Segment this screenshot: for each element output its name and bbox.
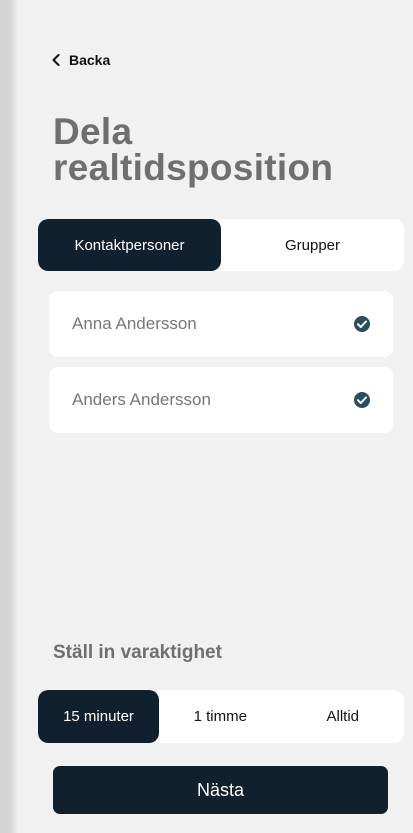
device-frame: Backa Dela realtidsposition Kontaktperso…	[0, 0, 413, 833]
duration-option-1-hour[interactable]: 1 timme	[159, 690, 282, 743]
tab-contacts[interactable]: Kontaktpersoner	[38, 219, 221, 271]
page-title: Dela realtidsposition	[53, 111, 334, 188]
check-circle-icon	[353, 315, 371, 333]
chevron-left-icon	[52, 54, 60, 66]
tab-groups[interactable]: Grupper	[221, 219, 404, 271]
duration-option-15-minutes[interactable]: 15 minuter	[38, 690, 159, 743]
contact-name: Anna Andersson	[72, 314, 197, 333]
contact-name: Anders Andersson	[72, 390, 211, 409]
contact-item[interactable]: Anna Andersson	[49, 291, 393, 357]
back-label: Backa	[69, 52, 111, 68]
back-button[interactable]: Backa	[52, 52, 110, 68]
contact-item[interactable]: Anders Andersson	[49, 367, 393, 433]
share-location-screen: Backa Dela realtidsposition Kontaktperso…	[17, 14, 413, 833]
recipient-type-tabs: Kontaktpersoner Grupper	[38, 219, 404, 271]
check-circle-icon	[353, 391, 371, 409]
duration-selector: 15 minuter 1 timme Alltid	[38, 690, 404, 743]
duration-option-always[interactable]: Alltid	[282, 690, 405, 743]
next-button[interactable]: Nästa	[53, 766, 388, 814]
duration-label: Ställ in varaktighet	[53, 642, 222, 663]
